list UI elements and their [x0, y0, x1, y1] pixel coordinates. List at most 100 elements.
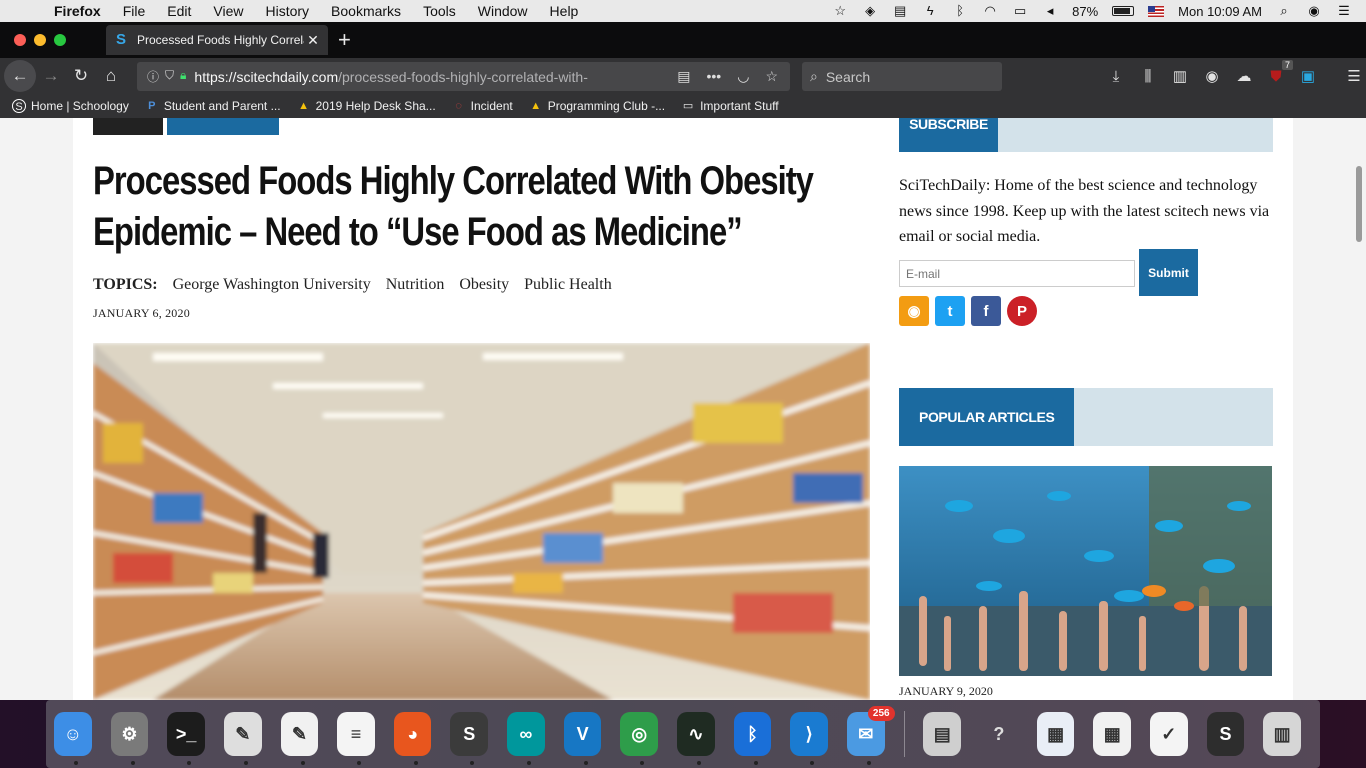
menu-app-name[interactable]: Firefox	[54, 3, 101, 19]
bolt-icon[interactable]: ϟ	[922, 4, 938, 18]
bookmark-student-parent[interactable]: P Student and Parent ...	[145, 99, 280, 113]
airplay-icon[interactable]: ▭	[1012, 4, 1028, 18]
arduino-icon[interactable]: ∞	[507, 712, 545, 765]
url-text[interactable]: https://scitechdaily.com/processed-foods…	[194, 69, 644, 85]
popular-article-image-coral-reef[interactable]	[899, 466, 1272, 676]
spaces-icon[interactable]: ▦	[1036, 712, 1075, 756]
extension-check-icon[interactable]: ▣	[1297, 67, 1319, 85]
star-icon[interactable]: ☆	[832, 4, 848, 18]
drive-status-icon[interactable]: ▤	[892, 4, 908, 18]
script-editor-icon[interactable]: ✎	[223, 712, 262, 765]
scrollbar-thumb[interactable]	[1356, 166, 1362, 242]
cube-icon[interactable]: ◈	[862, 4, 878, 18]
extension-cloud-icon[interactable]: ☁	[1233, 67, 1255, 85]
chrome-icon[interactable]: ◎	[620, 712, 659, 765]
vscode-icon[interactable]: ⟩	[790, 712, 828, 765]
pocket-icon[interactable]: ◡	[737, 68, 749, 85]
dock: ☺ ⚙ >_ ✎ ✎ ≡ ◕ S ∞ V ◎ ∿ ᛒ ⟩ ✉ 256 ▤? ▦ ▦ ✓ S ▥	[46, 700, 1320, 768]
sublime-icon[interactable]: S	[450, 712, 489, 765]
subscribe-header: SUBSCRIBE	[899, 118, 1273, 152]
menu-help[interactable]: Help	[550, 3, 579, 19]
twitter-icon[interactable]: t	[935, 296, 965, 326]
close-window-button[interactable]	[14, 34, 26, 46]
running-indicator	[583, 761, 588, 765]
account-icon[interactable]: ◉	[1201, 67, 1223, 85]
search-bar[interactable]: ⌕ Search	[802, 62, 1002, 91]
menu-bookmarks[interactable]: Bookmarks	[331, 3, 401, 19]
pinterest-icon[interactable]: P	[1007, 296, 1037, 326]
finder-icon[interactable]: ☺	[54, 712, 92, 765]
spotlight-icon[interactable]: ⌕	[1276, 4, 1292, 18]
email-field[interactable]	[899, 260, 1135, 287]
bookmark-important-stuff[interactable]: ▭ Important Stuff	[681, 99, 779, 113]
sublime-window-icon[interactable]: S	[1206, 712, 1245, 756]
menu-view[interactable]: View	[213, 3, 243, 19]
menu-window[interactable]: Window	[478, 3, 528, 19]
bluetooth-status-icon[interactable]: ᛒ	[952, 4, 968, 18]
trash-icon[interactable]: ▥	[1263, 712, 1301, 756]
back-button[interactable]: ←	[4, 60, 36, 92]
system-preferences-icon[interactable]: ⚙	[110, 712, 149, 765]
firefox-icon[interactable]: ◕	[393, 712, 432, 765]
facebook-icon[interactable]: f	[971, 296, 1001, 326]
checklist-icon[interactable]: ✓	[1150, 712, 1188, 756]
notes-icon[interactable]: ≡	[337, 712, 375, 765]
bookmark-schoology[interactable]: S Home | Schoology	[12, 99, 129, 113]
topic-link[interactable]: Nutrition	[386, 276, 445, 294]
wifi-icon[interactable]: ◠	[982, 4, 998, 18]
sidebar-icon[interactable]: ▥	[1169, 67, 1191, 85]
topic-link[interactable]: George Washington University	[173, 276, 371, 294]
vnc-icon[interactable]: V	[563, 712, 602, 765]
menu-tools[interactable]: Tools	[423, 3, 456, 19]
topic-link[interactable]: Public Health	[524, 276, 612, 294]
forward-button[interactable]: →	[36, 61, 66, 91]
window-icon[interactable]: ▦	[1093, 712, 1132, 756]
url-bar[interactable]: ⓘ ⛉ 🔒︎ https://scitechdaily.com/processe…	[137, 62, 790, 91]
input-source-flag-icon[interactable]	[1148, 5, 1165, 17]
lock-icon[interactable]: 🔒︎	[180, 68, 186, 85]
supermarket-aisle-illustration	[93, 343, 870, 700]
bookmark-help-desk[interactable]: ▲ 2019 Help Desk Sha...	[297, 99, 436, 113]
menu-file[interactable]: File	[123, 3, 146, 19]
subscribe-title: SUBSCRIBE	[899, 118, 998, 152]
textedit-icon[interactable]: ✎	[280, 712, 319, 765]
library-icon[interactable]: ⫼	[1137, 68, 1159, 85]
reader-view-icon[interactable]: ▤	[677, 68, 690, 85]
siri-icon[interactable]: ◉	[1306, 4, 1322, 18]
topic-link[interactable]: Obesity	[459, 276, 509, 294]
breadcrumb-home[interactable]	[93, 118, 163, 135]
bookmark-programming-club[interactable]: ▲ Programming Club -...	[529, 99, 665, 113]
bookmark-star-icon[interactable]: ☆	[765, 68, 778, 85]
battery-percent[interactable]: 87%	[1072, 4, 1098, 19]
volume-icon[interactable]: ◂	[1042, 4, 1058, 18]
tracking-shield-icon[interactable]: ⛉	[165, 68, 174, 85]
menu-edit[interactable]: Edit	[167, 3, 191, 19]
submit-button[interactable]: Submit	[1139, 249, 1198, 296]
activity-monitor-icon[interactable]: ∿	[677, 712, 715, 765]
mail-icon[interactable]: ✉ 256	[846, 706, 895, 765]
breadcrumb-category[interactable]	[167, 118, 279, 135]
menu-history[interactable]: History	[265, 3, 309, 19]
disk-utility-icon[interactable]: ▤	[923, 712, 962, 756]
notification-center-icon[interactable]: ☰	[1336, 4, 1352, 18]
menu-hamburger-icon[interactable]: ☰	[1343, 67, 1365, 85]
info-icon[interactable]: ⓘ	[147, 68, 159, 85]
downloads-icon[interactable]: ⤓	[1105, 68, 1127, 85]
page-scrollbar[interactable]	[1352, 118, 1366, 700]
tab-active[interactable]: S Processed Foods Highly Correla ✕	[106, 25, 328, 55]
home-button[interactable]: ⌂	[96, 61, 126, 91]
bluetooth-icon[interactable]: ᛒ	[733, 712, 772, 765]
zoom-window-button[interactable]	[54, 34, 66, 46]
terminal-icon[interactable]: >_	[167, 712, 205, 765]
bookmark-incident[interactable]: ◌ Incident	[452, 99, 512, 113]
clock[interactable]: Mon 10:09 AM	[1178, 4, 1262, 19]
close-tab-icon[interactable]: ✕	[304, 32, 322, 49]
reload-button[interactable]: ↻	[66, 61, 96, 91]
rss-icon[interactable]: ◉	[899, 296, 929, 326]
new-tab-icon[interactable]: +	[338, 27, 351, 53]
help-icon[interactable]: ?	[980, 712, 1018, 756]
battery-icon[interactable]	[1112, 6, 1135, 16]
minimize-window-button[interactable]	[34, 34, 46, 46]
ublock-icon[interactable]: ⛊ 7	[1265, 59, 1293, 85]
page-actions-icon[interactable]: •••	[707, 68, 722, 85]
